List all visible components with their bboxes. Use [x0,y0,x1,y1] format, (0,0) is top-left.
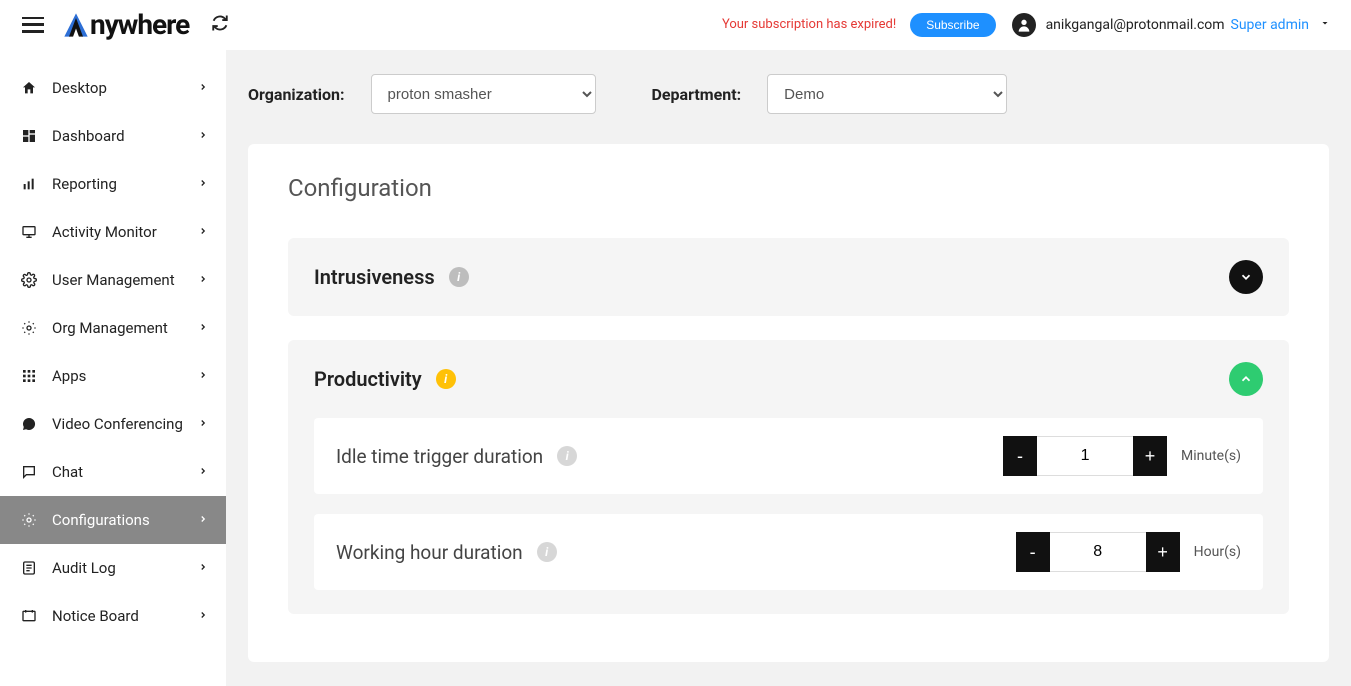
department-select[interactable]: Demo [767,74,1007,114]
sidebar-item-label: Audit Log [52,559,116,577]
logo-a-icon [62,11,90,39]
user-menu-caret-icon[interactable] [1319,17,1331,33]
chevron-right-icon [198,560,208,576]
sidebar-item-label: User Management [52,271,175,289]
hamburger-menu-icon[interactable] [22,17,44,33]
user-email: anikgangal@protonmail.com [1046,17,1225,33]
sidebar-item-audit-log[interactable]: Audit Log [0,544,226,592]
refresh-icon[interactable] [211,14,229,36]
section-header-intrusiveness[interactable]: Intrusiveness i [288,238,1289,316]
working-hour-stepper: - + Hour(s) [1016,532,1241,572]
idle-time-stepper: - + Minute(s) [1003,436,1241,476]
subscribe-button[interactable]: Subscribe [910,13,995,37]
logo-text: nywhere [90,8,189,41]
info-icon[interactable]: i [449,267,469,287]
configuration-title: Configuration [288,174,1289,202]
sidebar: Desktop Dashboard Reporting [0,50,226,686]
section-body-productivity: Idle time trigger duration i - + Minute(… [288,418,1289,614]
setting-working-hour: Working hour duration i - + Hour(s) [314,514,1263,590]
sidebar-item-activity-monitor[interactable]: Activity Monitor [0,208,226,256]
sidebar-item-dashboard[interactable]: Dashboard [0,112,226,160]
organization-select[interactable]: proton smasher [371,74,596,114]
avatar-icon[interactable] [1012,13,1036,37]
increment-button[interactable]: + [1133,436,1167,476]
sidebar-item-org-management[interactable]: Org Management [0,304,226,352]
sidebar-item-label: Reporting [52,175,117,193]
home-icon [20,79,38,97]
increment-button[interactable]: + [1146,532,1180,572]
info-icon[interactable]: i [436,369,456,389]
sidebar-item-label: Desktop [52,79,107,97]
chevron-right-icon [198,128,208,144]
setting-label: Working hour duration [336,541,523,564]
info-icon[interactable]: i [557,446,577,466]
sidebar-item-notice-board[interactable]: Notice Board [0,592,226,640]
decrement-button[interactable]: - [1003,436,1037,476]
apps-grid-icon [20,367,38,385]
sidebar-item-reporting[interactable]: Reporting [0,160,226,208]
subscription-warning: Your subscription has expired! [722,17,896,32]
chevron-right-icon [198,512,208,528]
chevron-right-icon [198,608,208,624]
gear-icon [20,511,38,529]
sidebar-item-desktop[interactable]: Desktop [0,64,226,112]
sidebar-item-apps[interactable]: Apps [0,352,226,400]
app-logo[interactable]: nywhere [62,8,189,41]
sidebar-item-chat[interactable]: Chat [0,448,226,496]
chat-round-icon [20,415,38,433]
content-area: Organization: proton smasher Department:… [226,50,1351,686]
expand-button[interactable] [1229,260,1263,294]
setting-idle-time: Idle time trigger duration i - + Minute(… [314,418,1263,494]
bar-chart-icon [20,175,38,193]
chevron-right-icon [198,416,208,432]
chevron-right-icon [198,224,208,240]
chevron-right-icon [198,464,208,480]
user-role-link[interactable]: Super admin [1231,17,1309,33]
sidebar-item-user-management[interactable]: User Management [0,256,226,304]
chevron-right-icon [198,320,208,336]
working-hour-input[interactable] [1050,532,1146,572]
chevron-right-icon [198,80,208,96]
sidebar-item-label: Video Conferencing [52,415,183,433]
sidebar-item-label: Configurations [52,511,150,529]
sidebar-item-label: Org Management [52,319,168,337]
gear-icon [20,319,38,337]
sidebar-item-video-conferencing[interactable]: Video Conferencing [0,400,226,448]
sidebar-item-configurations[interactable]: Configurations [0,496,226,544]
section-title: Intrusiveness [314,265,435,289]
section-title: Productivity [314,367,422,391]
unit-label: Minute(s) [1181,448,1241,464]
section-header-productivity[interactable]: Productivity i [288,340,1289,418]
section-productivity: Productivity i Idle time trigger duratio… [288,340,1289,614]
organization-label: Organization: [248,85,345,104]
section-intrusiveness: Intrusiveness i [288,238,1289,316]
department-label: Department: [652,85,742,104]
log-icon [20,559,38,577]
sidebar-item-label: Apps [52,367,86,385]
chevron-right-icon [198,368,208,384]
info-icon[interactable]: i [537,542,557,562]
sidebar-item-label: Activity Monitor [52,223,157,241]
chevron-right-icon [198,272,208,288]
dashboard-icon [20,127,38,145]
monitor-icon [20,223,38,241]
filter-bar: Organization: proton smasher Department:… [248,74,1329,114]
notice-board-icon [20,607,38,625]
sidebar-item-label: Chat [52,463,83,481]
configuration-card: Configuration Intrusiveness i Productivi… [248,144,1329,662]
sidebar-item-label: Notice Board [52,607,139,625]
decrement-button[interactable]: - [1016,532,1050,572]
chevron-right-icon [198,176,208,192]
gear-icon [20,271,38,289]
unit-label: Hour(s) [1194,544,1241,560]
topbar: nywhere Your subscription has expired! S… [0,0,1351,50]
sidebar-item-label: Dashboard [52,127,125,145]
collapse-button[interactable] [1229,362,1263,396]
idle-time-input[interactable] [1037,436,1133,476]
setting-label: Idle time trigger duration [336,445,543,468]
chat-square-icon [20,463,38,481]
